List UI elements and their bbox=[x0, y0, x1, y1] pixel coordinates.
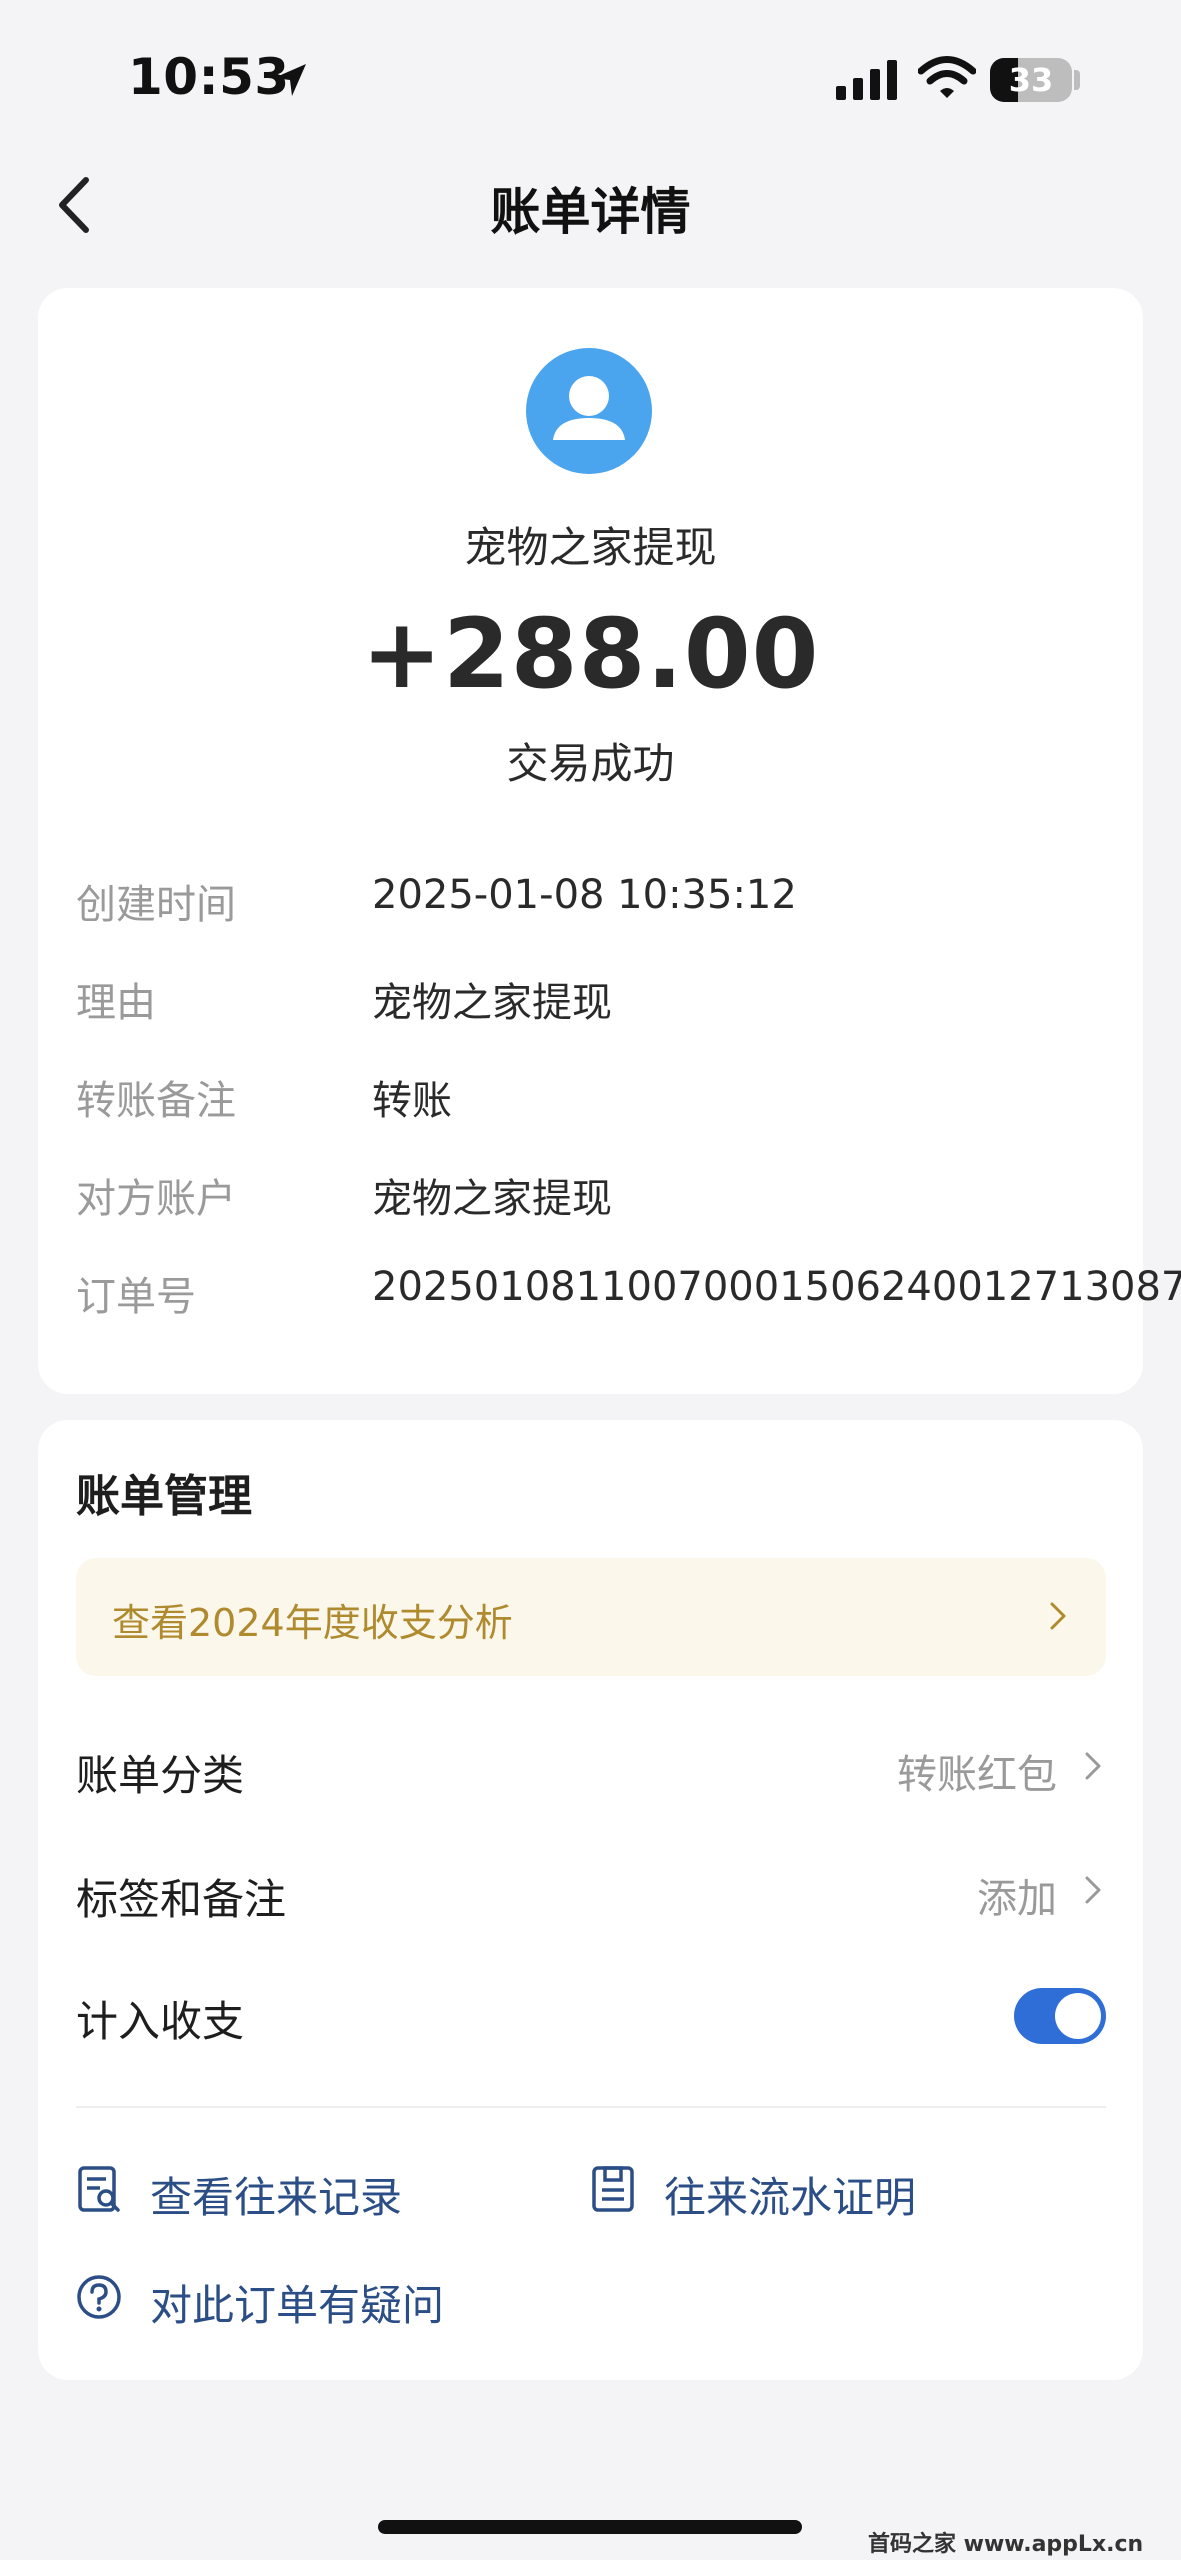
avatar bbox=[526, 348, 652, 474]
toggle-knob bbox=[1055, 1993, 1101, 2039]
include-toggle[interactable] bbox=[1014, 1988, 1106, 2044]
banner-text: 查看2024年度收支分析 bbox=[112, 1601, 513, 1645]
chevron-right-icon bbox=[1050, 1602, 1066, 1630]
detail-label-reason: 理由 bbox=[76, 980, 156, 1026]
wifi-icon bbox=[918, 56, 976, 98]
merchant-name: 宠物之家提现 bbox=[464, 523, 717, 572]
help-question-icon[interactable] bbox=[76, 2272, 122, 2322]
view-records-link[interactable]: 查看往来记录 bbox=[150, 2164, 402, 2225]
annual-analysis-banner[interactable]: 查看2024年度收支分析 bbox=[76, 1558, 1106, 1676]
records-search-icon[interactable] bbox=[76, 2164, 122, 2214]
detail-value-remark: 转账 bbox=[372, 1078, 452, 1124]
chevron-right-icon[interactable] bbox=[1081, 1746, 1105, 1786]
include-label: 计入收支 bbox=[76, 1997, 245, 2046]
category-label: 账单分类 bbox=[76, 1751, 245, 1800]
cellular-signal-icon bbox=[836, 60, 897, 100]
detail-value-reason: 宠物之家提现 bbox=[372, 980, 612, 1026]
detail-value-order-no: 20250108110070001506240012713087 bbox=[372, 1264, 1181, 1310]
bill-management-card: 账单管理 查看2024年度收支分析 账单分类 转账红包 标签和备注 添加 计入收… bbox=[38, 1420, 1143, 2380]
chevron-right-icon[interactable] bbox=[1081, 1870, 1105, 1910]
detail-label-created: 创建时间 bbox=[76, 882, 236, 928]
status-time: 10:53 bbox=[128, 48, 290, 106]
detail-label-remark: 转账备注 bbox=[76, 1078, 236, 1124]
transaction-amount: +288.00 bbox=[361, 598, 820, 710]
certificate-icon[interactable] bbox=[590, 2164, 636, 2214]
tags-value[interactable]: 添加 bbox=[977, 1866, 1057, 1924]
transaction-proof-link[interactable]: 往来流水证明 bbox=[664, 2164, 916, 2225]
battery-tip bbox=[1074, 70, 1080, 90]
battery-level: 33 bbox=[1008, 61, 1054, 99]
transaction-card: 宠物之家提现 +288.00 交易成功 创建时间 2025-01-08 10:3… bbox=[38, 288, 1181, 1394]
location-arrow-icon bbox=[274, 64, 306, 96]
page-title: 账单详情 bbox=[490, 183, 691, 241]
home-indicator[interactable] bbox=[378, 2520, 802, 2534]
detail-value-created: 2025-01-08 10:35:12 bbox=[372, 872, 797, 918]
user-icon bbox=[553, 376, 625, 440]
detail-value-counterparty: 宠物之家提现 bbox=[372, 1176, 612, 1222]
watermark: 首码之家 www.appLx.cn bbox=[868, 2532, 1144, 2557]
order-question-link[interactable]: 对此订单有疑问 bbox=[150, 2272, 444, 2333]
status-bar: 10:53 33 bbox=[0, 0, 1181, 150]
detail-label-order-no: 订单号 bbox=[76, 1274, 196, 1320]
detail-label-counterparty: 对方账户 bbox=[76, 1176, 236, 1222]
section-title: 账单管理 bbox=[76, 1471, 252, 1522]
category-value[interactable]: 转账红包 bbox=[897, 1742, 1057, 1800]
divider bbox=[76, 2106, 1106, 2108]
transaction-status: 交易成功 bbox=[506, 739, 675, 788]
battery-icon: 33 bbox=[990, 58, 1072, 102]
tags-label: 标签和备注 bbox=[76, 1875, 287, 1924]
